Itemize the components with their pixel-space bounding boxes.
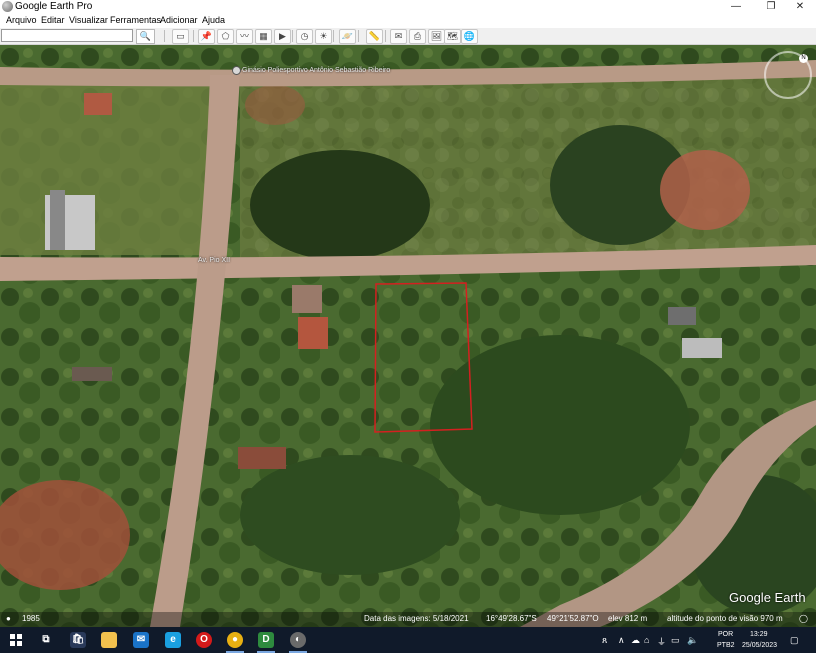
save-image-icon[interactable]: 🖼 — [428, 29, 445, 44]
keyboard-layout[interactable]: PTB2 — [717, 642, 735, 649]
satellite-imagery — [0, 45, 816, 627]
maps-view-icon[interactable]: 🗺 — [444, 29, 461, 44]
toolbar: 🔍 ▭ 📌 ⬠ 〰 ▦ ▶ ◷ ☀ 🪐 📏 ✉ ⎙ 🖼 🗺 🌐 — [0, 28, 816, 45]
polygon-icon[interactable]: ⬠ — [217, 29, 234, 44]
task-view-icon[interactable]: ⧉ — [38, 632, 54, 648]
sunlight-icon[interactable]: ☀ — [315, 29, 332, 44]
google-earth-icon[interactable]: ◐ — [290, 632, 306, 648]
menu-adicionar[interactable]: Adicionar — [160, 15, 198, 25]
ruler-icon[interactable]: 📏 — [366, 29, 383, 44]
earth-gallery-icon[interactable]: 🌐 — [461, 29, 478, 44]
toolbar-separator — [385, 30, 386, 42]
mail-icon[interactable]: ✉ — [133, 632, 149, 648]
toolbar-separator — [292, 30, 293, 42]
onedrive-icon[interactable]: ☁ — [631, 635, 640, 646]
image-overlay-icon[interactable]: ▦ — [255, 29, 272, 44]
eye-altitude: altitude do ponto de visão 970 m — [667, 614, 783, 623]
notifications-icon[interactable]: ▢ — [790, 635, 799, 646]
toolbar-separator — [358, 30, 359, 42]
windows-start-icon[interactable] — [10, 634, 22, 646]
people-icon[interactable]: ጸ — [602, 635, 607, 646]
status-bar: ● 1985 Data das imagens: 5/18/2021 16°49… — [0, 612, 816, 627]
title-bar: Google Earth Pro — ❐ ✕ — [0, 0, 816, 14]
toolbar-separator — [164, 30, 165, 42]
menu-editar[interactable]: Editar — [41, 15, 65, 25]
tour-year: 1985 — [22, 614, 40, 623]
google-earth-app-icon — [2, 1, 13, 12]
planets-icon[interactable]: 🪐 — [339, 29, 356, 44]
menu-visualizar[interactable]: Visualizar — [69, 15, 108, 25]
placemark-icon[interactable]: 📌 — [198, 29, 215, 44]
place-pin-icon[interactable] — [232, 66, 241, 75]
north-indicator[interactable]: N — [799, 54, 808, 63]
email-icon[interactable]: ✉ — [390, 29, 407, 44]
print-icon[interactable]: ⎙ — [409, 29, 426, 44]
menu-bar: Arquivo Editar Visualizar Ferramentas Ad… — [0, 14, 816, 28]
elevation: elev 812 m — [608, 614, 648, 623]
tour-record-icon[interactable]: ▶ — [274, 29, 291, 44]
show-hidden-icons-icon[interactable]: ∧ — [618, 635, 625, 646]
google-earth-watermark: Google Earth — [729, 590, 806, 605]
toolbar-separator — [193, 30, 194, 42]
image-date: Data das imagens: 5/18/2021 — [364, 614, 469, 623]
historical-globe-icon[interactable]: ● — [6, 614, 11, 623]
toolbar-separator — [333, 30, 334, 42]
latitude: 16°49'28.67"S — [486, 614, 537, 623]
maximize-button[interactable]: ❐ — [759, 0, 783, 14]
clock-date[interactable]: 25/05/2023 — [742, 642, 777, 649]
meet-now-icon[interactable]: ⌂ — [644, 635, 649, 645]
menu-arquivo[interactable]: Arquivo — [6, 15, 37, 25]
chrome-icon[interactable]: ● — [227, 632, 243, 648]
streaming-indicator-icon: ◯ — [799, 614, 808, 623]
usb-icon[interactable]: ⏚ — [657, 635, 666, 648]
path-icon[interactable]: 〰 — [236, 29, 253, 44]
network-icon[interactable]: ▭ — [671, 635, 680, 646]
place-label[interactable]: Ginásio Poliesportivo Antônio Sebastião … — [242, 67, 390, 74]
language-indicator[interactable]: POR — [718, 631, 733, 638]
search-button[interactable]: 🔍 — [136, 29, 155, 44]
search-input[interactable] — [1, 29, 133, 42]
sidebar-toggle-icon[interactable]: ▭ — [172, 29, 189, 44]
file-explorer-icon[interactable] — [101, 632, 117, 648]
close-button[interactable]: ✕ — [788, 0, 812, 14]
volume-icon[interactable]: 🔈 — [687, 635, 698, 646]
edge-icon[interactable]: e — [165, 632, 181, 648]
store-icon[interactable]: 🛍 — [70, 632, 86, 648]
taskbar: ⧉ 🛍 ✉ e O ● D ◐ ጸ ∧ ☁ ⌂ ⏚ ▭ 🔈 POR PTB2 1… — [0, 627, 816, 653]
map-view[interactable]: Ginásio Poliesportivo Antônio Sebastião … — [0, 45, 816, 627]
street-label: Av. Pio XII — [198, 257, 231, 264]
clock-time[interactable]: 13:29 — [750, 631, 768, 638]
window-title: Google Earth Pro — [15, 1, 93, 12]
minimize-button[interactable]: — — [724, 0, 748, 14]
menu-ajuda[interactable]: Ajuda — [202, 15, 225, 25]
opera-icon[interactable]: O — [196, 632, 212, 648]
dashboard-app-icon[interactable]: D — [258, 632, 274, 648]
historical-imagery-icon[interactable]: ◷ — [296, 29, 313, 44]
menu-ferramentas[interactable]: Ferramentas — [110, 15, 161, 25]
longitude: 49°21'52.87"O — [547, 614, 599, 623]
search-icon: 🔍 — [139, 31, 152, 41]
